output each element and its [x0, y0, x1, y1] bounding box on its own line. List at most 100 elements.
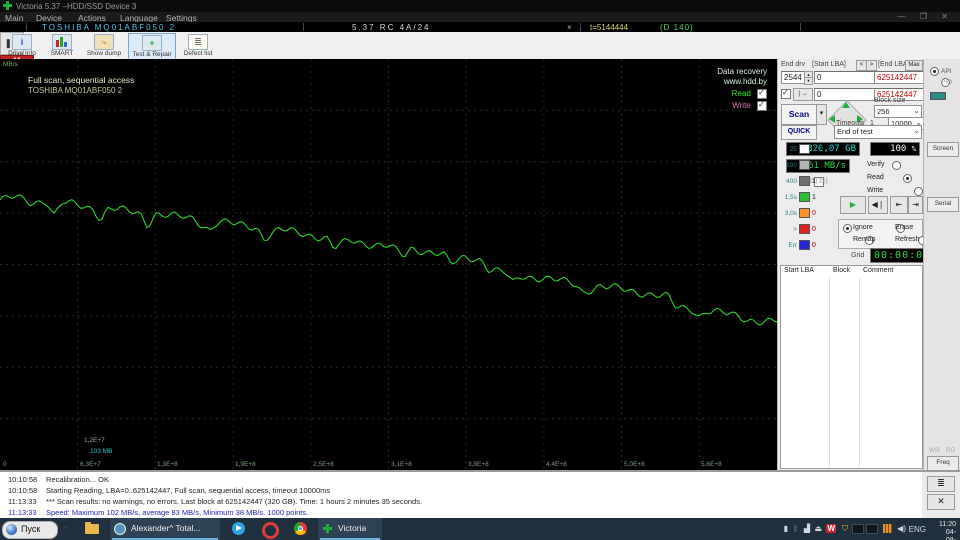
x-tick: 5,0E+8 [624, 461, 645, 468]
read-radio[interactable] [902, 173, 912, 183]
rd-label: RD [946, 447, 956, 454]
end-lba-input[interactable]: 625142447 [874, 71, 926, 84]
tab-device-2[interactable]: 5.37 RC 4A/24 [352, 23, 430, 32]
folder-icon [85, 522, 99, 534]
shield-icon[interactable]: ⛉ [842, 524, 848, 534]
tab-status-drive: (D 140) [660, 23, 694, 32]
bluetooth-icon[interactable]: ᛒ [793, 524, 798, 533]
bucket-swatch [799, 240, 810, 250]
taskbar-total-commander[interactable]: Alexander^ Total... [110, 518, 220, 540]
latency-bucket: 25 41476 [789, 144, 832, 154]
latency-bucket: 1,5s 1 [784, 192, 816, 202]
serial-button[interactable]: Serial [927, 197, 959, 212]
volume-icon[interactable]: ◀) [897, 524, 906, 533]
end-of-test-select[interactable]: End of test [834, 125, 922, 139]
tab-close-icon[interactable]: × [567, 23, 572, 32]
window-controls[interactable]: — ❐ ✕ [898, 12, 954, 21]
write-radio[interactable] [913, 186, 923, 196]
drive-info-button[interactable]: i Drive Info [2, 33, 42, 58]
battery-icon[interactable]: ▮ [784, 524, 788, 533]
dpad-left-icon[interactable] [829, 115, 835, 123]
max-button[interactable]: Max [905, 60, 923, 71]
smart-button[interactable]: SMART [42, 33, 82, 58]
bucket-swatch [799, 208, 810, 218]
ignore-radio[interactable] [843, 224, 852, 233]
app-icon [3, 1, 12, 10]
step-back-button[interactable]: ◀❘ [868, 196, 888, 214]
jump-start-button[interactable]: ⇤ [890, 196, 908, 214]
next-button[interactable]: > [866, 60, 877, 71]
tab-status-temp: t=5144444 [590, 23, 629, 32]
write-legend-checkbox[interactable] [757, 100, 767, 111]
verify-label: Verify [867, 161, 885, 168]
grid-label: Grid [851, 252, 865, 259]
x-tick: 1,9E+8 [235, 461, 256, 468]
quick-button[interactable]: QUICK [781, 125, 817, 140]
show-dump-button[interactable]: ⤷ Show dump [82, 33, 126, 58]
ignore-label: Ignore [853, 224, 873, 231]
range-step-buttons[interactable]: | → [793, 88, 813, 101]
bucket-swatch [799, 144, 810, 154]
folder-dump-icon: ⤷ [94, 34, 114, 50]
api-radio[interactable] [930, 67, 939, 76]
app-window-icon[interactable] [852, 524, 864, 534]
taskbar-opera[interactable] [256, 518, 282, 540]
read-label: Read [867, 174, 884, 181]
read-legend-checkbox[interactable] [757, 88, 767, 99]
total-commander-icon [114, 523, 126, 535]
dpad-up-icon[interactable] [842, 102, 850, 108]
defect-list-button[interactable]: ≣ Defect list [176, 33, 220, 58]
col-start-lba: Start LBA [784, 267, 814, 274]
play-button[interactable]: ▶ [840, 196, 866, 214]
bucket-swatch [799, 176, 810, 186]
language-indicator[interactable]: ENG [909, 525, 926, 534]
usb-icon[interactable]: ⏏ [814, 524, 822, 533]
taskbar-chrome[interactable] [288, 518, 314, 540]
taskbar-victoria[interactable]: Victoria [318, 518, 382, 540]
screen-button[interactable]: Screen [927, 142, 959, 157]
tab-device-1[interactable]: TOSHIBA MQ01ABF050 2 [42, 23, 176, 32]
test-repair-button[interactable]: + Test & Repair [128, 33, 176, 60]
start-button[interactable]: Пуск [2, 521, 58, 539]
start-lba-input[interactable]: 0 [814, 71, 876, 84]
start-orb-icon [6, 524, 17, 535]
taskbar-explorer[interactable] [78, 518, 106, 540]
x-tick: 2,5E+8 [313, 461, 334, 468]
log-clear-button[interactable]: ✕ [927, 494, 955, 510]
taskbar-telegram[interactable] [226, 518, 252, 540]
legend-write: Write [732, 100, 767, 111]
app-window-icon[interactable] [866, 524, 878, 534]
spinner-down-icon[interactable]: ▼ [804, 77, 813, 85]
speed-plot [0, 59, 777, 470]
scan-button[interactable]: Scan [781, 104, 817, 125]
files-icon[interactable] [883, 524, 892, 533]
end-drv-label: End drv [781, 61, 806, 68]
freq-button[interactable]: Freq [927, 456, 959, 471]
wifi-icon[interactable]: ▟ [804, 524, 810, 533]
bucket-swatch [799, 224, 810, 234]
victoria-app-window: Victoria 5.37 –HDD/SSD Device 3 Main Dev… [0, 0, 960, 540]
cursor-value-label: 103 MB [90, 448, 113, 455]
x-tick: 4,4E+8 [546, 461, 567, 468]
verify-radio[interactable] [891, 160, 901, 170]
log-side-panel: ≣ ✕ [922, 470, 960, 520]
latency-bucket: 3,0s 0 [784, 208, 816, 218]
api-label: API [941, 68, 952, 75]
word-icon[interactable]: W [826, 524, 836, 533]
test-repair-icon: + [142, 35, 162, 51]
x-tick: 3,1E+8 [391, 461, 412, 468]
x-tick: 1,3E+8 [157, 461, 178, 468]
tab-separator [580, 23, 581, 31]
erase-label: Erase [895, 224, 914, 231]
defect-table: Start LBA Block Comment [780, 265, 923, 469]
log-menu-button[interactable]: ≣ [927, 476, 955, 492]
jump-end-button[interactable]: ⇥ [908, 196, 923, 214]
drive-info-icon: i [12, 34, 32, 50]
percent-lcd: 100 % [870, 142, 920, 156]
range-checkbox[interactable] [781, 88, 791, 99]
graph-subtitle: TOSHIBA MQ01ABF050 2 [28, 86, 123, 95]
elapsed-timer-lcd: 00:00:01 [870, 248, 929, 263]
taskbar-clock[interactable]: 11:2004-08-2022 [939, 521, 956, 540]
remap-label: Remap [853, 236, 876, 243]
col-comment: Comment [863, 267, 894, 274]
